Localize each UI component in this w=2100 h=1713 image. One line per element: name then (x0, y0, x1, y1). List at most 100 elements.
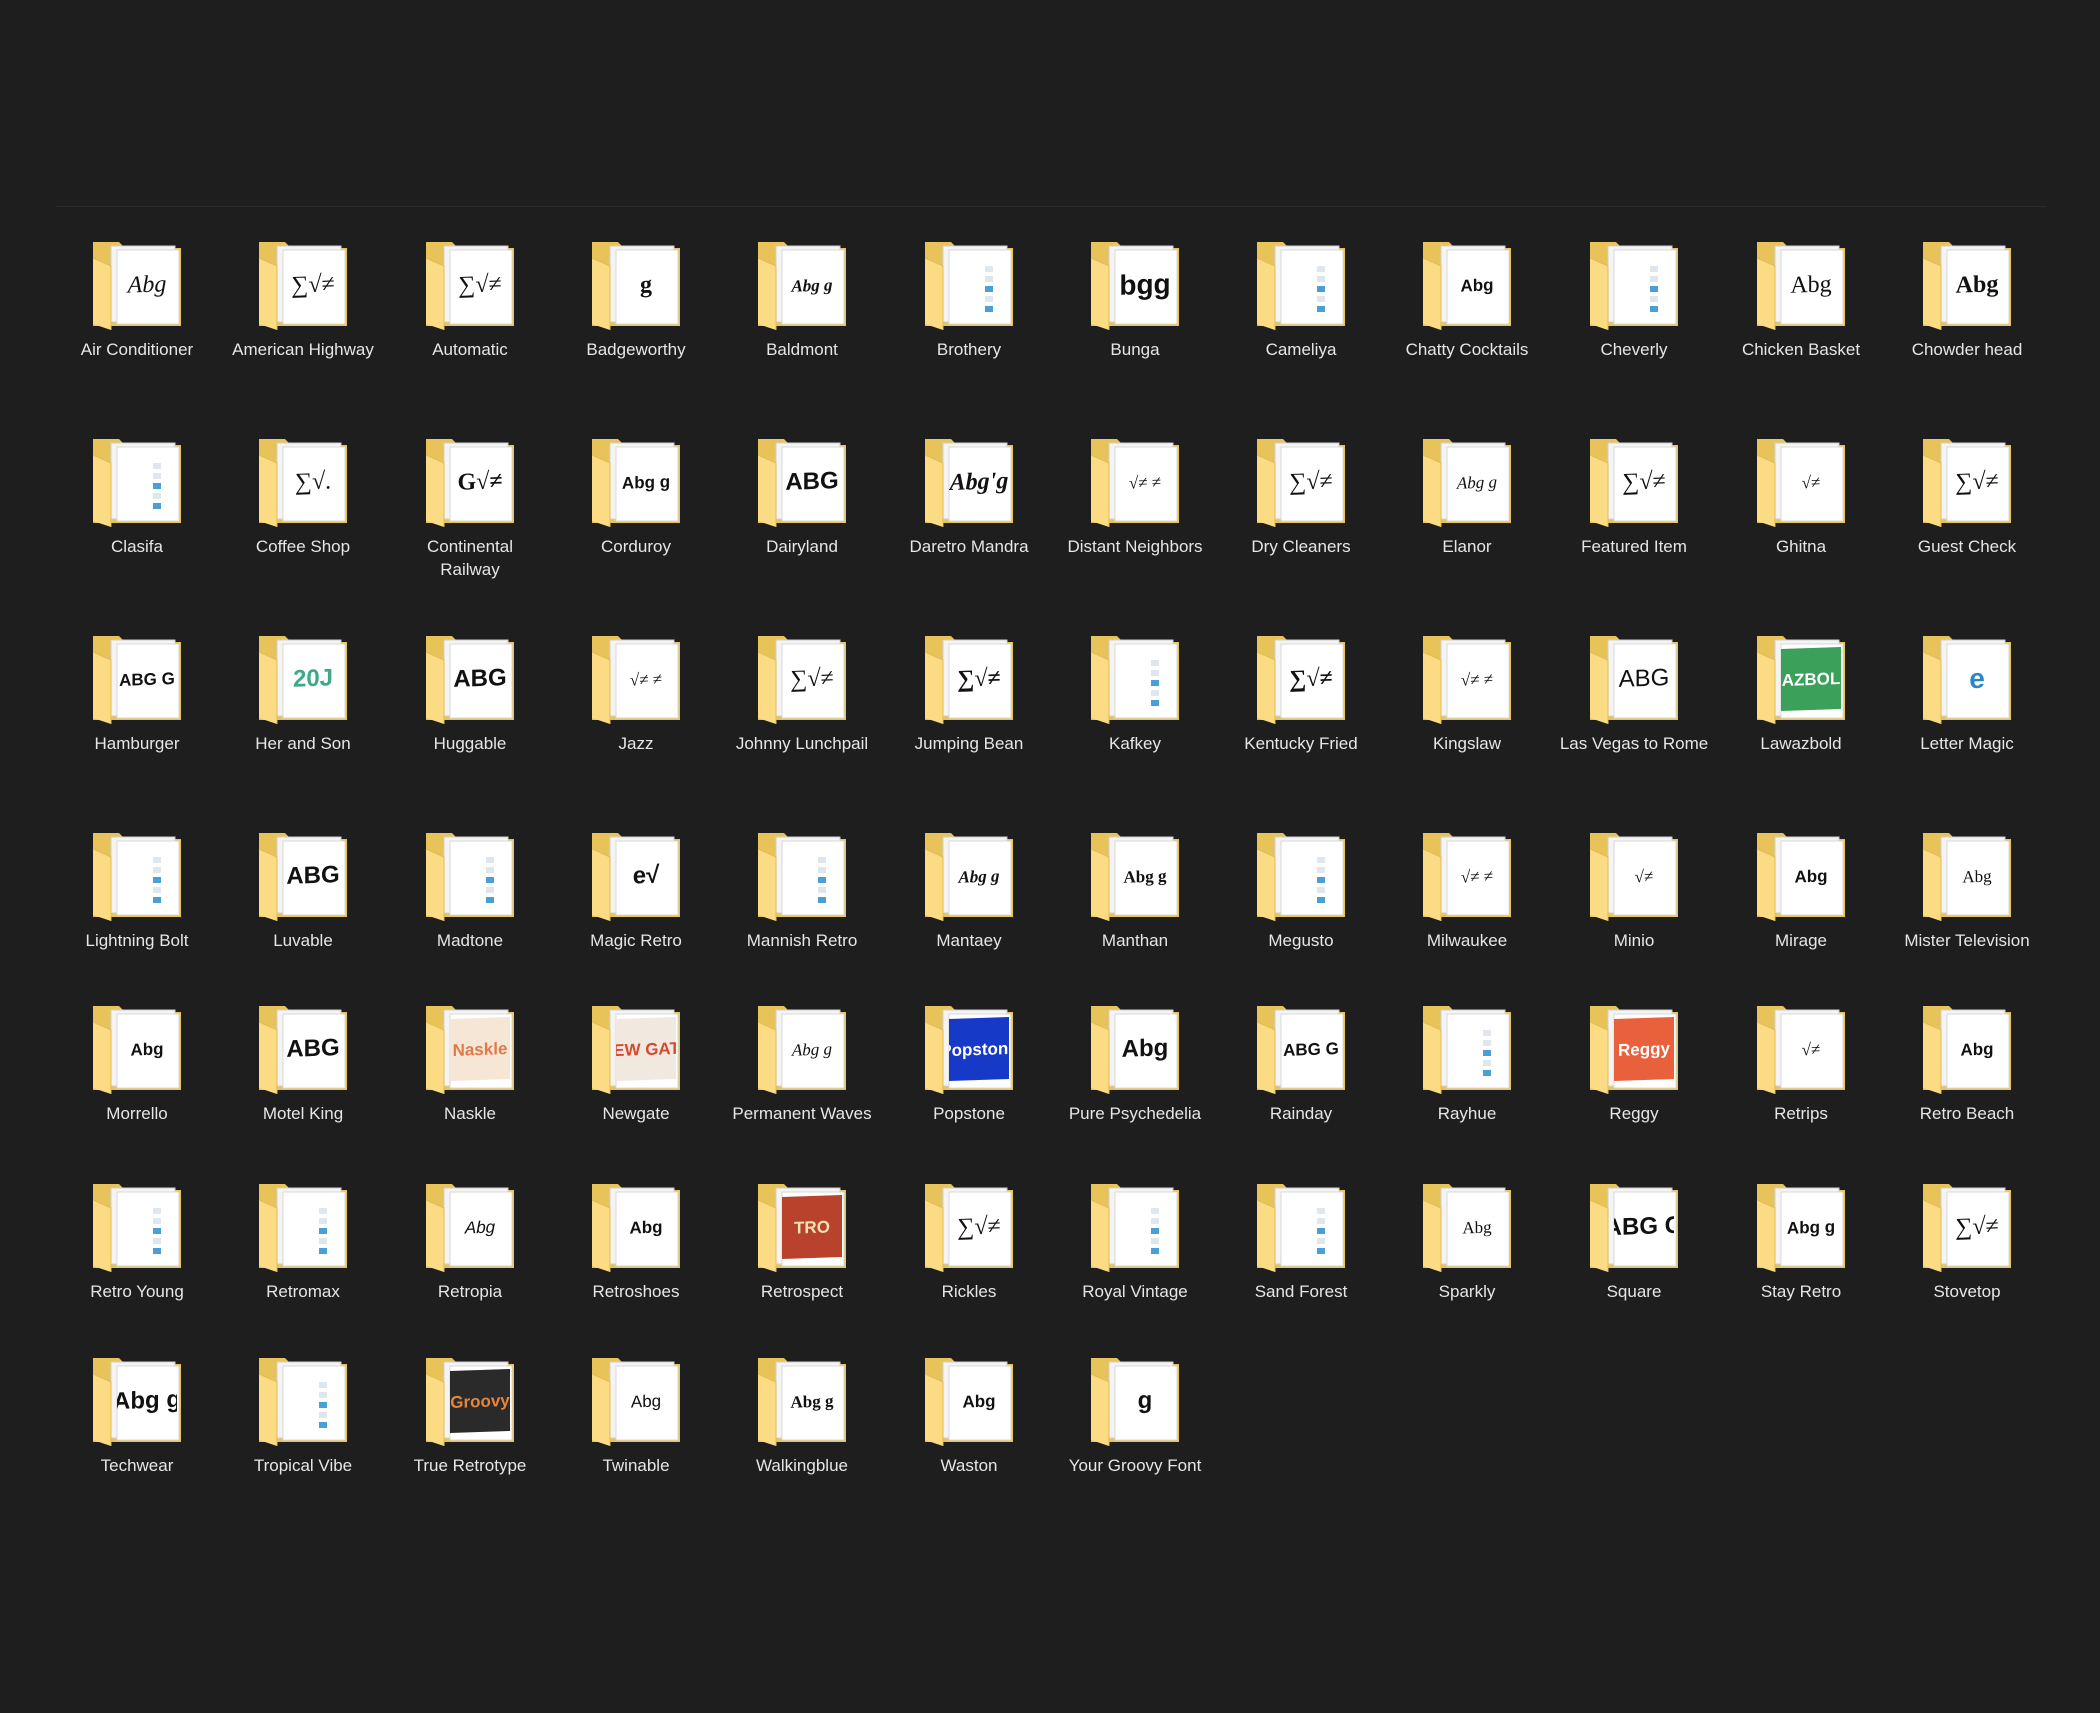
folder-label: Megusto (1268, 931, 1334, 950)
folder-your-groovy-font[interactable]: g Your Groovy Font (1052, 1352, 1218, 1502)
folder-cameliya[interactable]: Cameliya (1218, 236, 1384, 386)
folder-retroshoes[interactable]: Abg Retroshoes (553, 1178, 719, 1328)
folder-waston[interactable]: Abg Waston (886, 1352, 1052, 1502)
folder-guest-check[interactable]: ∑√≠ Guest Check (1884, 433, 2050, 583)
folder-label: Rickles (941, 1282, 997, 1301)
folder-badgeworthy[interactable]: g Badgeworthy (553, 236, 719, 386)
folder-ghitna[interactable]: √≠ Ghitna (1718, 433, 1884, 583)
folder-megusto[interactable]: Megusto (1218, 827, 1384, 977)
folder-label: Clasifa (111, 537, 163, 556)
folder-icon (89, 433, 185, 529)
folder-chicken-basket[interactable]: Abg Chicken Basket (1718, 236, 1884, 386)
folder-icon: ABG (754, 433, 850, 529)
folder-morrello[interactable]: Abg Morrello (54, 1000, 220, 1150)
folder-graphic (1256, 1184, 1345, 1272)
folder-icon: NEW GATE (588, 1000, 684, 1096)
folder-rickles[interactable]: ∑√≠ Rickles (886, 1178, 1052, 1328)
folder-minio[interactable]: √≠ Minio (1551, 827, 1717, 977)
folder-kafkey[interactable]: Kafkey (1052, 630, 1218, 780)
folder-mirage[interactable]: Abg Mirage (1718, 827, 1884, 977)
folder-baldmont[interactable]: Abg g Baldmont (719, 236, 885, 386)
folder-daretro-mandra[interactable]: Abg'g Daretro Mandra (886, 433, 1052, 583)
folder-sand-forest[interactable]: Sand Forest (1218, 1178, 1384, 1328)
folder-las-vegas-to-rome[interactable]: ABG Las Vegas to Rome (1551, 630, 1717, 780)
folder-permanent-waves[interactable]: Abg g Permanent Waves (719, 1000, 885, 1150)
folder-jazz[interactable]: √≠ ≠ Jazz (553, 630, 719, 780)
folder-chatty-cocktails[interactable]: Abg Chatty Cocktails (1384, 236, 1550, 386)
font-preview: Abg (630, 1390, 662, 1412)
folder-hamburger[interactable]: ABG G Hamburger (54, 630, 220, 780)
folder-huggable[interactable]: ABG Huggable (387, 630, 553, 780)
folder-icon: √≠ ≠ (588, 630, 684, 726)
folder-icon (1253, 1178, 1349, 1274)
folder-manthan[interactable]: Abg g Manthan (1052, 827, 1218, 977)
folder-kentucky-fried[interactable]: ∑√≠ Kentucky Fried (1218, 630, 1384, 780)
folder-brothery[interactable]: Brothery (886, 236, 1052, 386)
folder-retromax[interactable]: Retromax (220, 1178, 386, 1328)
folder-johnny-lunchpail[interactable]: ∑√≠ Johnny Lunchpail (719, 630, 885, 780)
document-lines-icon (153, 463, 161, 517)
folder-lawazbold[interactable]: AZBOL Lawazbold (1718, 630, 1884, 780)
folder-mannish-retro[interactable]: Mannish Retro (719, 827, 885, 977)
folder-mantaey[interactable]: Abg g Mantaey (886, 827, 1052, 977)
folder-true-retrotype[interactable]: Groovy True Retrotype (387, 1352, 553, 1502)
folder-rainday[interactable]: ABG G Rainday (1218, 1000, 1384, 1150)
folder-retro-young[interactable]: Retro Young (54, 1178, 220, 1328)
folder-featured-item[interactable]: ∑√≠ Featured Item (1551, 433, 1717, 583)
folder-bunga[interactable]: bgg Bunga (1052, 236, 1218, 386)
folder-elanor[interactable]: Abg g Elanor (1384, 433, 1550, 583)
folder-twinable[interactable]: Abg Twinable (553, 1352, 719, 1502)
folder-stay-retro[interactable]: Abg g Stay Retro (1718, 1178, 1884, 1328)
folder-corduroy[interactable]: Abg g Corduroy (553, 433, 719, 583)
folder-icon: Abg g (921, 827, 1017, 923)
folder-newgate[interactable]: NEW GATE Newgate (553, 1000, 719, 1150)
folder-techwear[interactable]: Abg g Techwear (54, 1352, 220, 1502)
folder-distant-neighbors[interactable]: √≠ ≠ Distant Neighbors (1052, 433, 1218, 583)
folder-retro-beach[interactable]: Abg Retro Beach (1884, 1000, 2050, 1150)
folder-icon: ∑√. (255, 433, 351, 529)
folder-american-highway[interactable]: ∑√≠ American Highway (220, 236, 386, 386)
folder-reggy[interactable]: Reggy Reggy (1551, 1000, 1717, 1150)
folder-jumping-bean[interactable]: ∑√≠ Jumping Bean (886, 630, 1052, 780)
folder-chowder-head[interactable]: Abg Chowder head (1884, 236, 2050, 386)
font-preview: Abg g (791, 1038, 833, 1060)
folder-dairyland[interactable]: ABG Dairyland (719, 433, 885, 583)
folder-icon (89, 1178, 185, 1274)
folder-letter-magic[interactable]: e Letter Magic (1884, 630, 2050, 780)
folder-mister-television[interactable]: Abg Mister Television (1884, 827, 2050, 977)
folder-lightning-bolt[interactable]: Lightning Bolt (54, 827, 220, 977)
folder-pure-psychedelia[interactable]: Abg Pure Psychedelia (1052, 1000, 1218, 1150)
folder-continental-railway[interactable]: G√≠ Continental Railway (387, 433, 553, 583)
folder-luvable[interactable]: ABG Luvable (220, 827, 386, 977)
folder-retrospect[interactable]: TRO Retrospect (719, 1178, 885, 1328)
folder-her-and-son[interactable]: 20J Her and Son (220, 630, 386, 780)
folder-milwaukee[interactable]: √≠ ≠ Milwaukee (1384, 827, 1550, 977)
folder-cheverly[interactable]: Cheverly (1551, 236, 1717, 386)
folder-retropia[interactable]: Abg Retropia (387, 1178, 553, 1328)
folder-air-conditioner[interactable]: Abg Air Conditioner (54, 236, 220, 386)
folder-coffee-shop[interactable]: ∑√. Coffee Shop (220, 433, 386, 583)
folder-popstone[interactable]: Popstone Popstone (886, 1000, 1052, 1150)
folder-graphic (1090, 1184, 1179, 1272)
folder-royal-vintage[interactable]: Royal Vintage (1052, 1178, 1218, 1328)
folder-square[interactable]: ABG G Square (1551, 1178, 1717, 1328)
folder-automatic[interactable]: ∑√≠ Automatic (387, 236, 553, 386)
folder-label: Minio (1613, 931, 1655, 950)
folder-motel-king[interactable]: ABG Motel King (220, 1000, 386, 1150)
folder-magic-retro[interactable]: e√ Magic Retro (553, 827, 719, 977)
folder-kingslaw[interactable]: √≠ ≠ Kingslaw (1384, 630, 1550, 780)
folder-walkingblue[interactable]: Abg g Walkingblue (719, 1352, 885, 1502)
folder-stovetop[interactable]: ∑√≠ Stovetop (1884, 1178, 2050, 1328)
folder-tropical-vibe[interactable]: Tropical Vibe (220, 1352, 386, 1502)
folder-label: Kingslaw (1432, 734, 1502, 753)
folder-retrips[interactable]: √≠ Retrips (1718, 1000, 1884, 1150)
folder-naskle[interactable]: Naskle Naskle (387, 1000, 553, 1150)
folder-rayhue[interactable]: Rayhue (1384, 1000, 1550, 1150)
folder-sparkly[interactable]: Abg Sparkly (1384, 1178, 1550, 1328)
folder-label: Milwaukee (1426, 931, 1508, 950)
folder-madtone[interactable]: Madtone (387, 827, 553, 977)
folder-clasifa[interactable]: Clasifa (54, 433, 220, 583)
folder-dry-cleaners[interactable]: ∑√≠ Dry Cleaners (1218, 433, 1384, 583)
folder-icon: Abg (1087, 1000, 1183, 1096)
folder-icon: Abg (1753, 236, 1849, 332)
